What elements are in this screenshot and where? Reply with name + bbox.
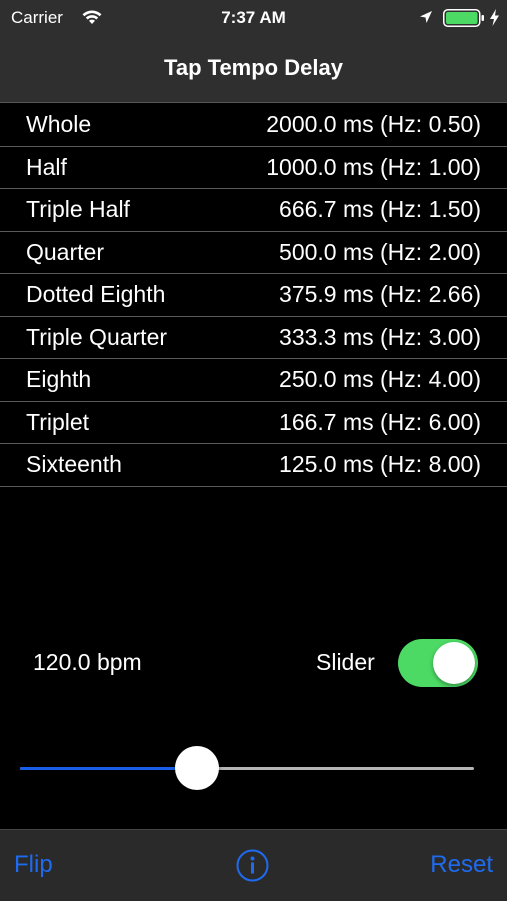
row-label: Whole <box>26 111 92 137</box>
row-value: 125.0 ms (Hz: 8.00) <box>279 451 481 477</box>
table-row[interactable]: Half 1000.0 ms (Hz: 1.00) <box>0 147 507 189</box>
slider-toggle-label: Slider <box>316 649 375 675</box>
table-row[interactable]: Eighth 250.0 ms (Hz: 4.00) <box>0 359 507 402</box>
row-value: 2000.0 ms (Hz: 0.50) <box>266 111 481 137</box>
row-label: Triple Quarter <box>26 323 168 350</box>
row-label: Dotted Eighth <box>26 281 166 307</box>
row-value: 333.3 ms (Hz: 3.00) <box>279 323 481 350</box>
row-value: 666.7 ms (Hz: 1.50) <box>279 196 481 222</box>
table-row[interactable]: Triple Quarter 333.3 ms (Hz: 3.00) <box>0 317 507 359</box>
page-title: Tap Tempo Delay <box>164 55 343 80</box>
slider-toggle[interactable] <box>398 639 478 687</box>
toggle-knob <box>433 642 475 684</box>
row-label: Triple Half <box>26 196 130 222</box>
info-icon[interactable] <box>236 849 269 882</box>
reset-button[interactable]: Reset <box>430 851 493 879</box>
table-row[interactable]: Triple Half 666.7 ms (Hz: 1.50) <box>0 189 507 232</box>
bottom-toolbar: Flip Reset <box>0 829 507 901</box>
row-label: Half <box>26 153 67 180</box>
row-label: Eighth <box>26 366 92 392</box>
tempo-slider[interactable] <box>20 746 474 790</box>
table-row[interactable]: Triplet 166.7 ms (Hz: 6.00) <box>0 402 507 444</box>
bpm-readout: 120.0 bpm <box>33 649 142 675</box>
table-row[interactable]: Whole 2000.0 ms (Hz: 0.50) <box>0 104 507 147</box>
navigation-bar: Tap Tempo Delay <box>0 38 507 103</box>
row-value: 500.0 ms (Hz: 2.00) <box>279 238 481 265</box>
row-value: 250.0 ms (Hz: 4.00) <box>279 366 481 392</box>
row-label: Triplet <box>26 408 90 435</box>
row-value: 166.7 ms (Hz: 6.00) <box>279 408 481 435</box>
location-icon <box>420 11 432 23</box>
note-duration-table: Whole 2000.0 ms (Hz: 0.50) Half 1000.0 m… <box>0 104 507 487</box>
row-label: Sixteenth <box>26 451 122 477</box>
row-label: Quarter <box>26 238 104 265</box>
table-row[interactable]: Dotted Eighth 375.9 ms (Hz: 2.66) <box>0 274 507 317</box>
charging-icon <box>490 9 499 26</box>
row-value: 1000.0 ms (Hz: 1.00) <box>266 153 481 180</box>
table-row[interactable]: Quarter 500.0 ms (Hz: 2.00) <box>0 232 507 274</box>
slider-fill <box>20 767 198 770</box>
slider-thumb[interactable] <box>175 746 220 790</box>
flip-button[interactable]: Flip <box>14 851 53 879</box>
row-value: 375.9 ms (Hz: 2.66) <box>279 281 481 307</box>
status-bar: Carrier 7:37 AM <box>0 0 507 38</box>
table-row[interactable]: Sixteenth 125.0 ms (Hz: 8.00) <box>0 444 507 487</box>
battery-icon <box>443 9 484 27</box>
